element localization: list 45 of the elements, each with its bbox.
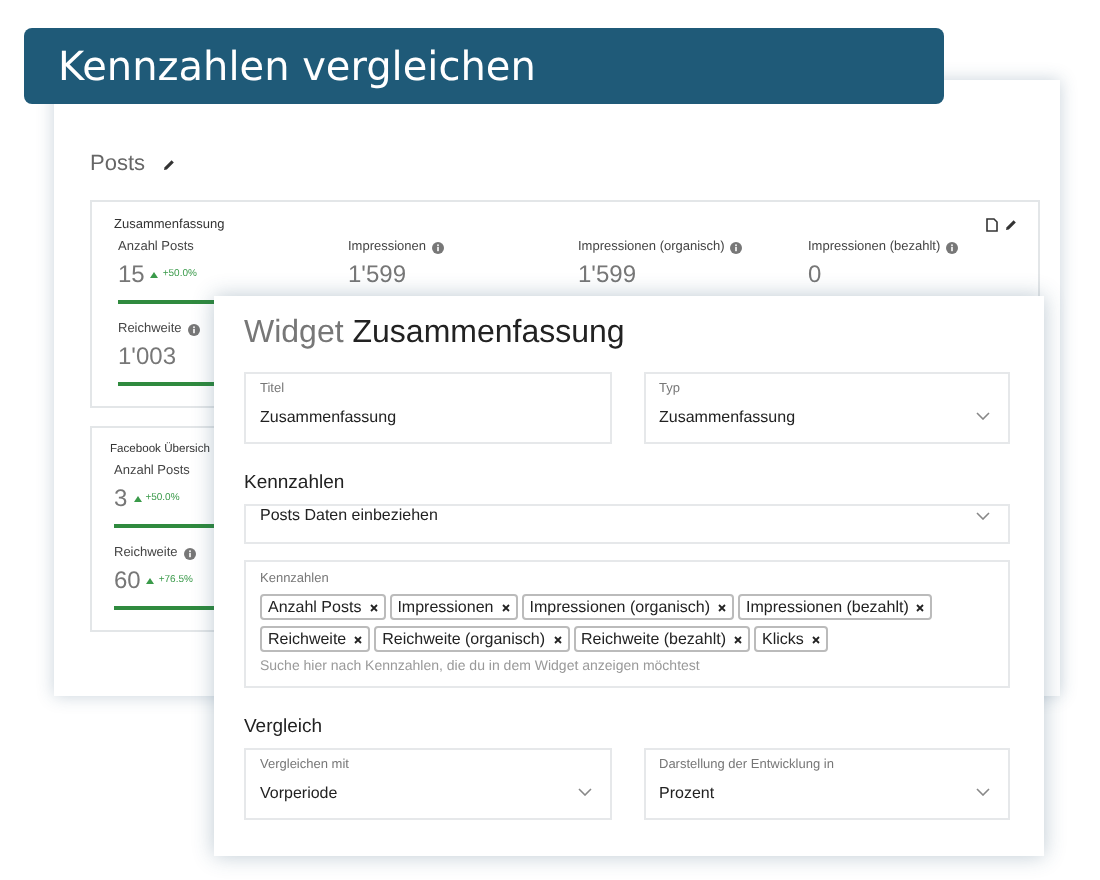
pencil-icon[interactable] [161, 157, 176, 171]
metric-value: 1'599 [578, 260, 636, 288]
metric-value: 3 [114, 484, 128, 512]
remove-icon[interactable] [553, 635, 562, 643]
up-triangle-icon [150, 271, 159, 277]
chevron-down-icon [577, 788, 591, 796]
metric-value: 0 [808, 260, 822, 288]
document-icon[interactable] [986, 218, 998, 232]
section-heading: Kennzahlen [244, 472, 347, 494]
metric-tag[interactable]: Impressionen (organisch) [521, 594, 734, 620]
chevron-down-icon [976, 512, 990, 520]
metric-value: 60 [114, 566, 141, 594]
remove-icon[interactable] [916, 603, 925, 611]
up-triangle-icon [146, 577, 155, 583]
up-triangle-icon [133, 495, 142, 501]
remove-icon[interactable] [501, 603, 510, 611]
page-banner: Kennzahlen vergleichen [24, 28, 944, 104]
metric-tag[interactable]: Impressionen [389, 594, 518, 620]
remove-icon[interactable] [734, 635, 742, 643]
dashboard-title: Posts [90, 152, 146, 176]
select-field[interactable]: Posts Daten einbeziehen [244, 504, 1010, 544]
field-value: Prozent [659, 784, 715, 802]
metric-value: 15 [118, 260, 145, 288]
field-value: Posts Daten einbeziehen [260, 506, 438, 524]
metric-tag[interactable]: Anzahl Posts [260, 594, 386, 620]
metric-tag[interactable]: Reichweite [260, 626, 371, 652]
remove-icon[interactable] [354, 635, 363, 643]
metric-tag[interactable]: Reichweite (organisch) [374, 626, 570, 652]
remove-icon[interactable] [811, 635, 820, 643]
metric-tag[interactable]: Impressionen (bezahlt) [738, 594, 933, 620]
metric-tag[interactable]: Reichweite (bezahlt) [573, 626, 750, 652]
field-value: Zusammenfassung [260, 408, 397, 426]
section-heading: Vergleich [244, 716, 325, 738]
chevron-down-icon [976, 788, 990, 796]
remove-icon[interactable] [718, 603, 726, 611]
metric-value: 1'003 [118, 342, 176, 370]
field-value: Vorperiode [260, 784, 338, 802]
metric-value: 1'599 [348, 260, 406, 288]
remove-icon[interactable] [369, 603, 378, 611]
field-value: Zusammenfassung [659, 408, 796, 426]
pencil-icon[interactable] [1004, 218, 1018, 232]
chevron-down-icon [976, 412, 990, 420]
dialog-title: Widget Zusammenfassung [244, 316, 627, 352]
tags-field[interactable] [244, 560, 1010, 688]
metric-tag[interactable]: Klicks [754, 626, 828, 652]
